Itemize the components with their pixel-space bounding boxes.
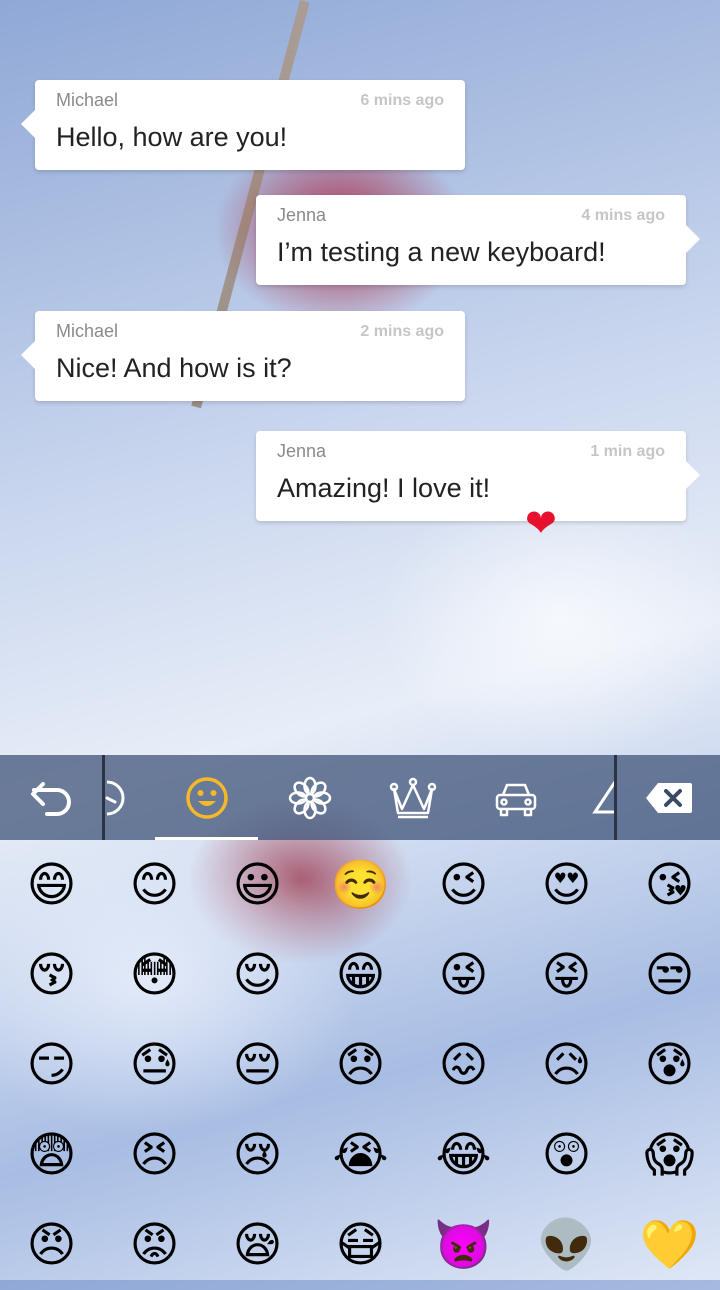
emoji-key[interactable]: 😍 <box>515 840 618 930</box>
message-text: Amazing! I love it! ❤ <box>277 473 557 545</box>
message-text-content: Amazing! I love it! <box>277 473 491 503</box>
clock-icon <box>105 780 125 815</box>
tab-symbols[interactable] <box>567 755 615 840</box>
emoji-key[interactable]: 😪 <box>206 1200 309 1290</box>
emoji-key[interactable]: 😉 <box>412 840 515 930</box>
emoji-key[interactable]: 😜 <box>412 930 515 1020</box>
emoji-key[interactable]: 😭 <box>309 1110 412 1200</box>
emoji-key[interactable]: 😷 <box>309 1200 412 1290</box>
emoji-key[interactable]: 😝 <box>515 930 618 1020</box>
message-bubble: Michael 2 mins ago Nice! And how is it? <box>21 311 465 401</box>
tab-recent[interactable] <box>105 755 150 840</box>
message-sender: Jenna <box>277 205 327 225</box>
message-bubble: Michael 6 mins ago Hello, how are you! <box>21 80 465 170</box>
message-bubble: Jenna 4 mins ago I’m testing a new keybo… <box>256 195 700 285</box>
emoji-key[interactable]: 😓 <box>103 1020 206 1110</box>
emoji-key[interactable]: 💛 <box>618 1200 720 1290</box>
backspace-icon <box>645 782 692 813</box>
message-text: I’m testing a new keyboard! <box>277 237 606 267</box>
undo-arrow-icon <box>30 781 71 816</box>
emoji-key[interactable]: 👿 <box>412 1200 515 1290</box>
emoji-key[interactable]: 😔 <box>206 1020 309 1110</box>
emoji-grid: 😄 😊 😃 ☺️ 😉 😍 😘 😚 😳 😌 😁 😜 😝 😒 😏 😓 😔 😞 😖 😥 😰 😨 😣 😢 😭 😂 😲 😱 😠 😡 😪 😷 👿 👽 💛 <box>0 840 720 1280</box>
emoji-keyboard-toolbar <box>0 755 720 840</box>
back-button[interactable] <box>0 755 103 840</box>
delete-button[interactable] <box>617 755 720 840</box>
smiley-icon <box>185 776 228 819</box>
emoji-key[interactable]: 😘 <box>618 840 720 930</box>
heart-icon: ❤ <box>525 503 557 545</box>
emoji-key[interactable]: ☺️ <box>309 840 412 930</box>
triangle-symbol-icon <box>592 780 615 813</box>
emoji-key[interactable]: 😖 <box>412 1020 515 1110</box>
car-icon <box>495 783 536 816</box>
emoji-key[interactable]: 😌 <box>206 930 309 1020</box>
emoji-key[interactable]: 😣 <box>103 1110 206 1200</box>
message-text: Hello, how are you! <box>56 122 288 152</box>
message-sender: Michael <box>56 90 119 110</box>
emoji-key[interactable]: 😒 <box>618 930 720 1020</box>
message-text: Nice! And how is it? <box>56 353 292 383</box>
emoji-key[interactable]: 😡 <box>103 1200 206 1290</box>
emoji-key[interactable]: 😃 <box>206 840 309 930</box>
emoji-key[interactable]: 😄 <box>0 840 103 930</box>
message-time: 4 mins ago <box>581 207 665 224</box>
emoji-key[interactable]: 😰 <box>618 1020 720 1110</box>
tab-places[interactable] <box>464 755 567 840</box>
emoji-key[interactable]: 😁 <box>309 930 412 1020</box>
crown-icon <box>389 777 436 818</box>
emoji-key[interactable]: 😳 <box>103 930 206 1020</box>
message-sender: Michael <box>56 321 119 341</box>
flower-icon <box>288 776 331 819</box>
message-bubble: Jenna 1 min ago Amazing! I love it! ❤ <box>256 431 700 545</box>
emoji-key[interactable]: 😢 <box>206 1110 309 1200</box>
emoji-key[interactable]: 😲 <box>515 1110 618 1200</box>
emoji-key[interactable]: 👽 <box>515 1200 618 1290</box>
message-time: 6 mins ago <box>360 92 444 109</box>
tab-nature[interactable] <box>258 755 361 840</box>
tab-objects[interactable] <box>361 755 464 840</box>
emoji-key[interactable]: 😏 <box>0 1020 103 1110</box>
emoji-key[interactable]: 😠 <box>0 1200 103 1290</box>
message-sender: Jenna <box>277 441 327 461</box>
message-time: 1 min ago <box>590 443 665 460</box>
emoji-key[interactable]: 😱 <box>618 1110 720 1200</box>
emoji-key[interactable]: 😞 <box>309 1020 412 1110</box>
emoji-key[interactable]: 😊 <box>103 840 206 930</box>
message-time: 2 mins ago <box>360 323 444 340</box>
tab-smileys[interactable] <box>155 755 258 840</box>
emoji-key[interactable]: 😂 <box>412 1110 515 1200</box>
emoji-key[interactable]: 😨 <box>0 1110 103 1200</box>
emoji-key[interactable]: 😚 <box>0 930 103 1020</box>
emoji-key[interactable]: 😥 <box>515 1020 618 1110</box>
